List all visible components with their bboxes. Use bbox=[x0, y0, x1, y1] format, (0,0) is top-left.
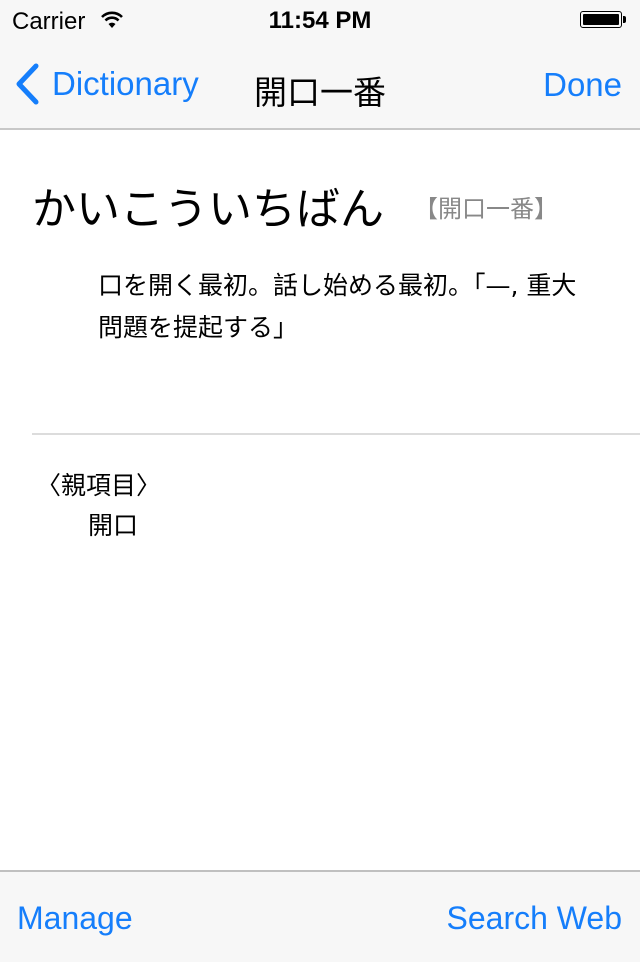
search-web-button[interactable]: Search Web bbox=[447, 900, 623, 937]
back-button-label: Dictionary bbox=[52, 65, 199, 102]
page-title: 開口一番 bbox=[254, 73, 386, 112]
manage-button[interactable]: Manage bbox=[17, 900, 133, 937]
battery-icon bbox=[580, 11, 622, 28]
clock: 11:54 PM bbox=[268, 7, 372, 34]
divider bbox=[32, 433, 640, 435]
done-button[interactable]: Done bbox=[543, 66, 622, 104]
parent-entry-label: 〈親項目〉 bbox=[36, 471, 162, 500]
navigation-bar: Dictionary 開口一番 Done bbox=[0, 40, 640, 130]
status-bar: Carrier 11:54 PM bbox=[0, 0, 640, 40]
entry-content: かいこういちばん 【開口一番】 口を開く最初。話し始める最初。「—, 重大問題を… bbox=[0, 130, 640, 870]
entry-kanji: 【開口一番】 bbox=[414, 195, 558, 223]
back-button[interactable]: Dictionary bbox=[14, 62, 199, 106]
chevron-left-icon bbox=[16, 63, 39, 105]
entry-reading: かいこういちばん bbox=[32, 184, 384, 235]
battery-tip bbox=[623, 16, 626, 23]
entry-definition: 口を開く最初。話し始める最初。「—, 重大問題を提起する」 bbox=[98, 271, 577, 342]
parent-entry-link[interactable]: 開口 bbox=[88, 506, 138, 542]
bottom-toolbar: Manage Search Web bbox=[0, 870, 640, 962]
